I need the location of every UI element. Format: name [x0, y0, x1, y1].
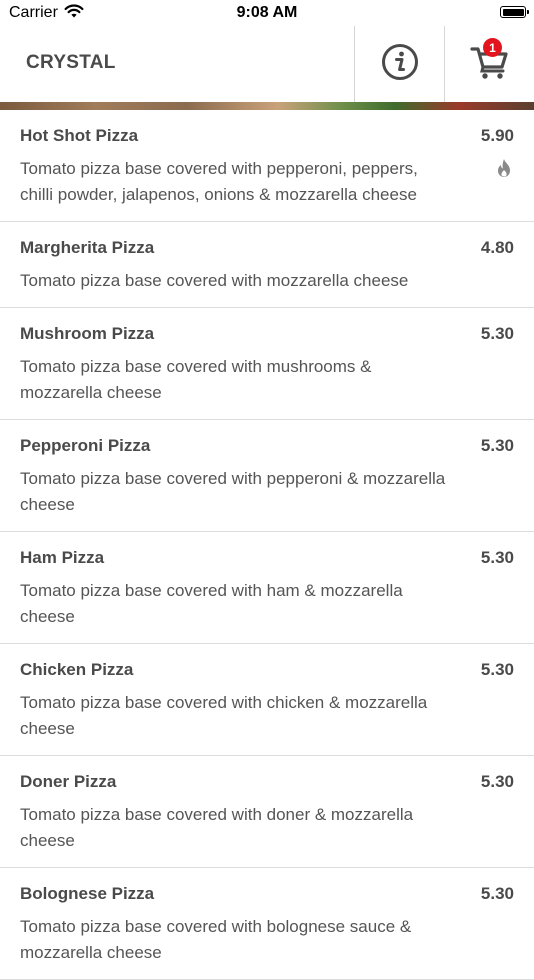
menu-item[interactable]: Mushroom Pizza 5.30 Tomato pizza base co… [0, 308, 534, 420]
menu-item[interactable]: Pepperoni Pizza 5.30 Tomato pizza base c… [0, 420, 534, 532]
menu-item[interactable]: Doner Pizza 5.30 Tomato pizza base cover… [0, 756, 534, 868]
item-name: Bolognese Pizza [20, 884, 155, 903]
item-price: 5.30 [480, 772, 514, 791]
header-banner-image [0, 102, 534, 110]
item-name: Margherita Pizza [20, 238, 155, 257]
menu-item[interactable]: Bolognese Pizza 5.30 Tomato pizza base c… [0, 868, 534, 980]
item-description: Tomato pizza base covered with chicken &… [20, 693, 428, 738]
menu-item[interactable]: Hot Shot Pizza 5.90 Tomato pizza base co… [0, 110, 534, 222]
menu-list: Hot Shot Pizza 5.90 Tomato pizza base co… [0, 110, 534, 980]
item-price: 5.90 [480, 126, 514, 145]
item-description: Tomato pizza base covered with mushrooms… [20, 357, 372, 402]
item-price: 5.30 [480, 660, 514, 679]
item-description: Tomato pizza base covered with bolognese… [20, 917, 412, 962]
menu-item[interactable]: Chicken Pizza 5.30 Tomato pizza base cov… [0, 644, 534, 756]
item-price: 5.30 [480, 548, 514, 567]
item-description: Tomato pizza base covered with pepperoni… [20, 159, 418, 204]
item-price: 5.30 [480, 884, 514, 903]
status-time: 9:08 AM [236, 4, 298, 21]
cart-button[interactable]: 1 [445, 26, 534, 102]
info-button[interactable] [355, 26, 444, 102]
item-description: Tomato pizza base covered with mozzarell… [20, 271, 409, 290]
item-name: Chicken Pizza [20, 660, 134, 679]
item-price: 5.30 [480, 324, 514, 343]
item-description: Tomato pizza base covered with pepperoni… [20, 469, 446, 514]
info-circle-icon [381, 43, 419, 86]
item-name: Doner Pizza [20, 772, 117, 791]
item-name: Mushroom Pizza [20, 324, 155, 343]
status-bar: Carrier 9:08 AM [0, 0, 534, 26]
battery-icon [500, 6, 529, 18]
item-description: Tomato pizza base covered with doner & m… [20, 805, 414, 850]
item-name: Pepperoni Pizza [20, 436, 151, 455]
item-name: Hot Shot Pizza [20, 126, 139, 145]
menu-item[interactable]: Ham Pizza 5.30 Tomato pizza base covered… [0, 532, 534, 644]
menu-item[interactable]: Margherita Pizza 4.80 Tomato pizza base … [0, 222, 534, 308]
restaurant-name: CRYSTAL [26, 52, 116, 73]
item-name: Ham Pizza [20, 548, 105, 567]
item-price: 4.80 [480, 238, 514, 257]
app-header: CRYSTAL 1 [0, 26, 534, 102]
item-price: 5.30 [480, 436, 514, 455]
cart-badge: 1 [483, 38, 502, 57]
flame-icon [496, 158, 512, 183]
item-description: Tomato pizza base covered with ham & moz… [20, 581, 403, 626]
